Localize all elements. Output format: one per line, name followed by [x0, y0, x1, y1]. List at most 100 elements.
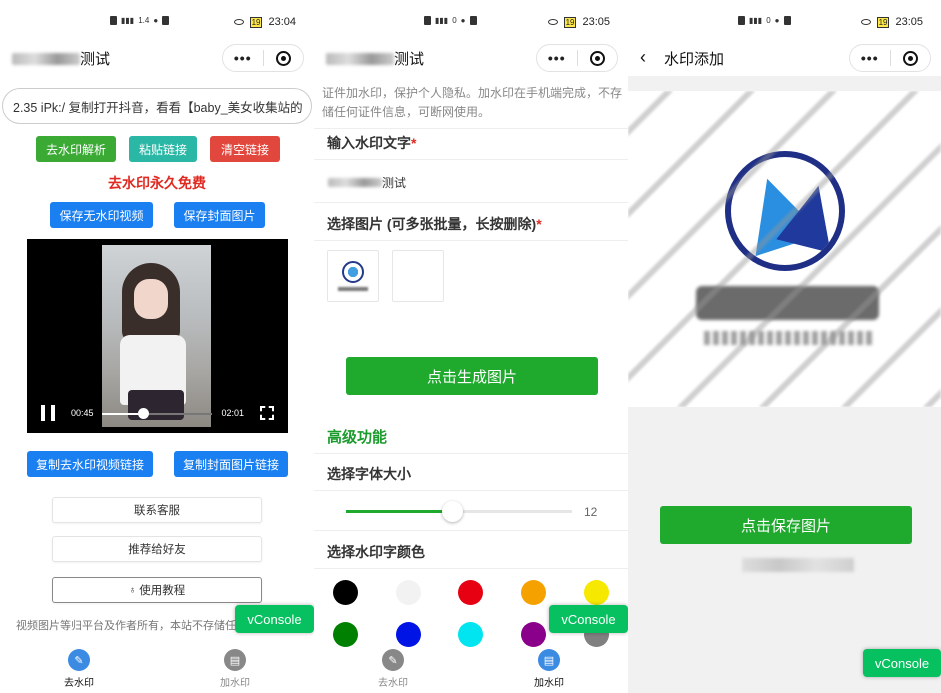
progress-track[interactable]	[102, 408, 212, 419]
close-icon[interactable]	[264, 50, 304, 66]
tutorial-button[interactable]: ♁ 使用教程	[52, 577, 262, 603]
pause-icon[interactable]	[41, 405, 55, 421]
vconsole-button[interactable]: vConsole	[863, 649, 941, 677]
net-speed: 0	[452, 16, 457, 25]
url-input[interactable]: 2.35 iPk:/ 复制打开抖音，看看【baby_美女收集站的	[2, 88, 312, 124]
color-swatch[interactable]	[333, 622, 358, 647]
tab-remove-watermark[interactable]: ✎ 去水印	[39, 649, 119, 689]
divider	[314, 128, 628, 129]
required-mark: *	[536, 216, 542, 232]
miniprogram-capsule: •••	[536, 44, 618, 72]
color-swatch[interactable]	[458, 622, 483, 647]
color-swatch[interactable]	[521, 580, 546, 605]
clear-button[interactable]: 清空链接	[210, 136, 280, 162]
blurred-caption	[338, 287, 368, 291]
more-icon[interactable]: •••	[223, 50, 263, 66]
input-value: 测试	[382, 176, 407, 190]
more-icon[interactable]: •••	[537, 50, 577, 66]
watermarked-image[interactable]	[628, 91, 941, 407]
blurred-name	[326, 52, 394, 65]
label-text: 输入水印文字	[327, 135, 411, 151]
more-icon[interactable]: •••	[850, 50, 890, 66]
parse-button[interactable]: 去水印解析	[36, 136, 116, 162]
page-title: 水印添加	[664, 51, 725, 68]
color-label: 选择水印字颜色	[327, 544, 425, 560]
title-text: 测试	[80, 51, 111, 68]
status-right: 19 23:04	[233, 16, 296, 28]
wechat-icon: ●	[460, 16, 466, 25]
battery-icon: 19	[876, 16, 890, 28]
paste-button[interactable]: 粘贴链接	[129, 136, 197, 162]
battery-icon: 19	[249, 16, 263, 28]
font-size-slider[interactable]	[346, 501, 572, 522]
color-swatch[interactable]	[458, 580, 483, 605]
divider	[314, 202, 628, 203]
save-video-button[interactable]: 保存无水印视频	[50, 202, 153, 228]
selected-image-thumb[interactable]	[327, 250, 379, 302]
contact-button[interactable]: 联系客服	[52, 497, 262, 523]
color-swatch[interactable]	[521, 622, 546, 647]
copy-video-link-button[interactable]: 复制去水印视频链接	[27, 451, 153, 477]
divider	[314, 530, 628, 531]
slider-fill	[346, 510, 453, 513]
tab-bar: ✎ 去水印 ▤ 加水印	[0, 645, 314, 693]
tutorial-label: 使用教程	[139, 585, 186, 597]
tab-add-watermark[interactable]: ▤ 加水印	[509, 649, 589, 689]
page-title: 测试	[12, 48, 110, 69]
label-text: 选择图片 (可多张批量，长按删除)	[327, 216, 537, 232]
divider	[314, 568, 628, 569]
color-swatch[interactable]	[584, 580, 609, 605]
save-image-button[interactable]: 点击保存图片	[660, 506, 912, 544]
wechat-icon: ●	[153, 16, 159, 25]
battery-icon: 19	[563, 16, 577, 28]
status-bar: ▮▮▮ 0 ● 19 23:05	[628, 0, 941, 44]
slider-knob[interactable]	[442, 501, 464, 522]
generate-button[interactable]: 点击生成图片	[346, 357, 598, 395]
signal-icon: ▮▮▮	[121, 16, 135, 25]
color-swatch[interactable]	[333, 580, 358, 605]
wechat-icon: ●	[774, 16, 780, 25]
close-icon[interactable]	[578, 50, 618, 66]
fullscreen-icon[interactable]	[260, 406, 274, 420]
image-select-label: 选择图片 (可多张批量，长按删除)*	[327, 214, 542, 234]
tab-bar: ✎ 去水印 ▤ 加水印	[314, 645, 628, 693]
remove-watermark-icon: ✎	[68, 649, 90, 671]
duration: 02:01	[221, 408, 244, 418]
back-icon[interactable]: ‹	[640, 47, 646, 68]
copy-cover-link-button[interactable]: 复制封面图片链接	[174, 451, 288, 477]
save-cover-button[interactable]: 保存封面图片	[174, 202, 265, 228]
hd-icon	[110, 16, 117, 25]
sim-icon	[162, 16, 170, 25]
recommend-button[interactable]: 推荐给好友	[52, 536, 262, 562]
network-icons: ▮▮▮ 0 ●	[424, 16, 477, 25]
network-icons: ▮▮▮ 1.4 ●	[110, 16, 170, 25]
net-speed: 1.4	[138, 16, 150, 25]
network-icons: ▮▮▮ 0 ●	[738, 16, 791, 25]
hd-icon	[738, 16, 745, 25]
color-swatch[interactable]	[396, 580, 421, 605]
clock: 23:05	[895, 16, 923, 28]
font-size-label: 选择字体大小	[327, 466, 411, 482]
title-text: 测试	[394, 51, 425, 68]
eye-icon	[860, 19, 871, 25]
blurred-name	[12, 52, 80, 65]
vconsole-button[interactable]: vConsole	[235, 605, 314, 633]
vconsole-button[interactable]: vConsole	[549, 605, 628, 633]
color-swatch[interactable]	[396, 622, 421, 647]
add-watermark-icon: ▤	[538, 649, 560, 671]
required-mark: *	[411, 135, 417, 151]
close-icon[interactable]	[891, 50, 931, 66]
watermark-text-input[interactable]: 测试	[328, 174, 406, 191]
progress-knob[interactable]	[137, 408, 149, 419]
screen-watermark-result: ▮▮▮ 0 ● 19 23:05 ‹ 水印添加 ••• 点击保存图片 vCons…	[628, 0, 941, 693]
status-right: 19 23:05	[547, 16, 610, 28]
video-player[interactable]: 00:45 02:01	[27, 239, 288, 433]
add-image-slot[interactable]	[392, 250, 444, 302]
tab-add-watermark[interactable]: ▤ 加水印	[195, 649, 275, 689]
intro-text: 证件加水印，保护个人隐私。加水印在手机端完成，不存储任何证件信息，可断网使用。	[322, 86, 623, 119]
tab-remove-watermark[interactable]: ✎ 去水印	[353, 649, 433, 689]
divider	[314, 159, 628, 160]
divider	[314, 453, 628, 454]
disclaimer: 视频图片等归平台及作者所有，本站不存储任何	[16, 620, 247, 632]
nav-bar: 测试 •••	[314, 44, 628, 72]
